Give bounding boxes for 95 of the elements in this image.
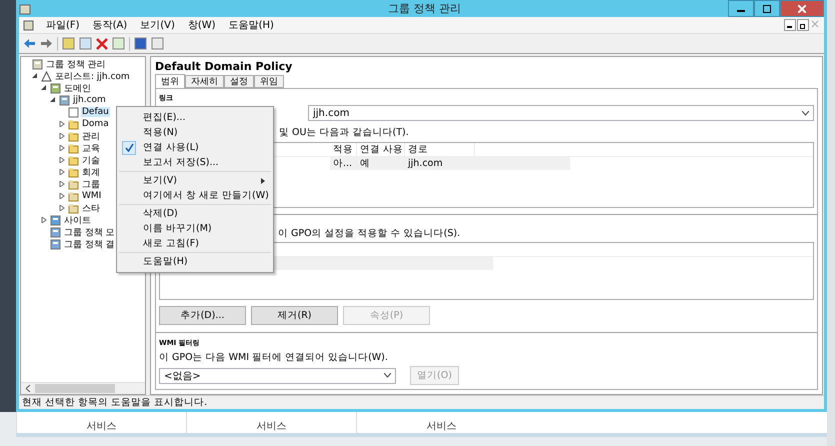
- restore-button[interactable]: [797, 19, 809, 31]
- chevron-down-icon: [802, 110, 809, 116]
- menu-item[interactable]: 보기(V): [139, 18, 176, 32]
- chevron-down-icon: [384, 373, 391, 378]
- document-icon: [68, 106, 79, 118]
- background-window-label: 서비스: [186, 412, 356, 433]
- maximize-icon: [763, 4, 771, 12]
- context-menu-item[interactable]: 보기(V): [119, 173, 271, 188]
- tree-item[interactable]: 그룹: [81, 178, 101, 190]
- tree-item[interactable]: 교육: [81, 142, 101, 154]
- console-icon: [32, 58, 43, 70]
- background-window-label: 서비스: [356, 412, 526, 433]
- tab[interactable]: 범위: [155, 74, 185, 88]
- folder-icon: [68, 190, 79, 202]
- tree-item[interactable]: 사이트: [63, 214, 92, 226]
- expand-icon[interactable]: [59, 169, 65, 175]
- description-text: 및 OU는 다음과 같습니다(T).: [279, 126, 409, 138]
- tree-item[interactable]: Doma: [81, 119, 110, 129]
- tree-item[interactable]: 관리: [81, 130, 101, 142]
- folder-icon: [68, 178, 79, 190]
- tree-item[interactable]: 도메인: [63, 82, 92, 94]
- context-menu-item[interactable]: 편집(E)...: [119, 110, 271, 125]
- action-button[interactable]: 제거(R): [251, 306, 338, 325]
- collapse-icon[interactable]: [32, 73, 38, 79]
- minimize-button[interactable]: [784, 19, 796, 31]
- window-title: 그룹 정책 관리: [387, 1, 461, 16]
- context-menu-item[interactable]: 연결 사용(L): [119, 140, 271, 155]
- folder-icon: [68, 166, 79, 178]
- context-menu-item[interactable]: 삭제(D): [119, 206, 271, 221]
- app-icon: [23, 20, 34, 30]
- table-cell: jjh.com: [405, 157, 570, 170]
- tree-item[interactable]: jjh.com: [72, 95, 107, 105]
- tree-item[interactable]: 포리스트: jjh.com: [54, 70, 131, 82]
- tree-item[interactable]: 그룹 정책 결: [63, 238, 116, 250]
- expand-icon[interactable]: [59, 157, 65, 163]
- context-menu-item[interactable]: 이름 바꾸기(M): [119, 221, 271, 236]
- context-menu-item[interactable]: 도움말(H): [119, 254, 271, 269]
- expand-icon[interactable]: [59, 121, 65, 127]
- tree-item[interactable]: Defau: [81, 107, 110, 117]
- context-menu-item[interactable]: 여기에서 창 새로 만들기(W): [119, 188, 271, 203]
- tree-item[interactable]: 회계: [81, 166, 101, 178]
- context-menu-item[interactable]: 보고서 저장(S)...: [119, 155, 271, 170]
- expand-icon[interactable]: [41, 217, 47, 223]
- tree-item[interactable]: 그룹 정책 모: [63, 226, 116, 238]
- scroll-left-icon[interactable]: [26, 385, 30, 392]
- description-text: 이 GPO는 다음 WMI 필터에 연결되어 있습니다(W).: [159, 350, 388, 364]
- context-menu-item[interactable]: 적용(N): [119, 125, 271, 140]
- tree-item[interactable]: 그룹 정책 관리: [45, 58, 107, 70]
- expand-icon[interactable]: [59, 145, 65, 151]
- horizontal-scrollbar[interactable]: [21, 382, 145, 394]
- collapse-icon[interactable]: [41, 85, 47, 91]
- tab[interactable]: 자세히: [185, 75, 224, 88]
- menu-item[interactable]: 도움말(H): [228, 18, 275, 32]
- expand-icon[interactable]: [59, 205, 65, 211]
- panel-title: Default Domain Policy: [155, 60, 294, 73]
- menu-item[interactable]: 창(W): [186, 18, 217, 32]
- tree-item[interactable]: 기술: [81, 154, 101, 166]
- menu-item[interactable]: 파일(F): [45, 18, 81, 32]
- close-icon: [798, 4, 806, 12]
- folder-icon: [68, 130, 79, 142]
- tree-item[interactable]: WMI: [81, 191, 102, 201]
- minimize-button[interactable]: [728, 0, 754, 17]
- expand-icon[interactable]: [59, 133, 65, 139]
- wmi-filter-dropdown[interactable]: <없음>: [159, 368, 396, 384]
- background-window-label: 서비스: [16, 412, 186, 433]
- expand-icon[interactable]: [59, 181, 65, 187]
- forward-arrow-icon[interactable]: [40, 38, 53, 49]
- table-cell: 예: [357, 157, 405, 170]
- folder-icon: [68, 202, 79, 214]
- close-button[interactable]: [780, 0, 824, 17]
- panel-icon[interactable]: [151, 37, 164, 50]
- column-header[interactable]: 적용: [330, 143, 357, 156]
- app-icon: [19, 2, 31, 14]
- collapse-icon[interactable]: [50, 97, 56, 103]
- folder-icon: [68, 154, 79, 166]
- description-text: 이 GPO의 설정을 적용할 수 있습니다(S).: [278, 226, 460, 240]
- expand-icon[interactable]: [59, 193, 65, 199]
- location-dropdown[interactable]: jjh.com: [308, 105, 814, 121]
- maximize-button[interactable]: [754, 0, 780, 17]
- restore-icon: [800, 22, 806, 28]
- delete-icon[interactable]: [96, 38, 108, 50]
- tab[interactable]: 위임: [254, 75, 284, 88]
- table-cell: 아...: [330, 157, 357, 170]
- back-arrow-icon[interactable]: [23, 38, 36, 49]
- action-button[interactable]: 추가(D)...: [159, 306, 246, 325]
- context-menu-item[interactable]: 새로 고침(F): [119, 236, 271, 251]
- folder-icon: [68, 118, 79, 130]
- triangle-icon: [41, 70, 52, 82]
- column-header[interactable]: 연결 사용: [357, 143, 405, 156]
- status-bar: 현재 선택한 항목의 도움말을 표시합니다.: [19, 395, 824, 409]
- menu-item[interactable]: 동작(A): [92, 18, 128, 32]
- tree-item[interactable]: 스타: [81, 202, 101, 214]
- tab[interactable]: 설정: [224, 75, 254, 88]
- folder-icon: [68, 142, 79, 154]
- column-header[interactable]: 경로: [405, 143, 475, 156]
